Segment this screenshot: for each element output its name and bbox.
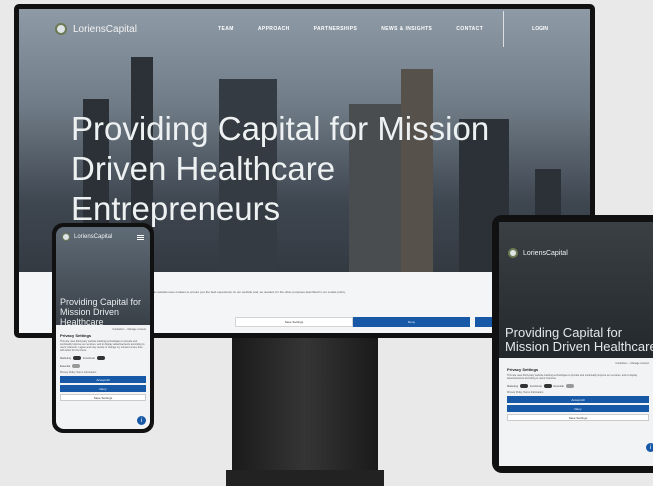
monitor-stand-base	[226, 470, 384, 486]
powered-by: Cookiebot — Manage consent	[615, 362, 649, 365]
marketing-toggle[interactable]	[519, 384, 528, 388]
toggle-label-essential: Essential	[553, 384, 564, 388]
privacy-text: This site uses third-party website track…	[60, 340, 145, 352]
toggle-label-functional: Functional	[529, 384, 542, 388]
menu-icon[interactable]	[137, 234, 144, 240]
logo-icon	[55, 23, 67, 35]
powered-by: Cookiebot — Manage consent	[112, 328, 146, 331]
privacy-settings-panel: Cookiebot — Manage consent Privacy Setti…	[499, 358, 653, 466]
brand-name: LoriensCapital	[74, 234, 113, 240]
device-mockup-scene: LoriensCapital TEAM APPROACH PARTNERSHIP…	[0, 0, 653, 486]
save-settings-button[interactable]: Save Settings	[507, 414, 649, 421]
functional-toggle[interactable]	[96, 356, 105, 360]
tablet-device: LoriensCapital Providing Capital for Mis…	[492, 215, 653, 473]
essential-toggle[interactable]	[72, 364, 81, 368]
toggle-label-functional: Functional	[82, 356, 95, 360]
tablet-nav-bar: LoriensCapital	[508, 248, 568, 258]
monitor-stand	[232, 338, 378, 486]
nav-divider	[503, 11, 505, 47]
privacy-title: Privacy Settings	[60, 333, 92, 338]
accept-all-button[interactable]: Accept All	[507, 396, 649, 403]
privacy-text: This site uses third-party website track…	[507, 374, 638, 380]
essential-toggle[interactable]	[565, 384, 574, 388]
phone-nav-bar: LoriensCapital	[62, 233, 144, 241]
nav-team[interactable]: TEAM	[218, 26, 234, 32]
nav-partnerships[interactable]: PARTNERSHIPS	[314, 26, 358, 32]
cookie-text: This website uses cookies to ensure you …	[151, 290, 346, 294]
toggle-label-essential: Essential	[60, 364, 71, 368]
privacy-settings-panel: Cookiebot — Manage consent Privacy Setti…	[56, 325, 150, 429]
logo-icon	[62, 233, 70, 241]
policy-links[interactable]: Privacy Policy Terms Information	[60, 371, 146, 374]
marketing-toggle[interactable]	[72, 356, 81, 360]
phone-device: LoriensCapital Providing Capital for Mis…	[52, 223, 154, 433]
info-icon[interactable]: i	[137, 416, 146, 425]
save-settings-button[interactable]: Save Settings	[60, 394, 146, 401]
policy-links[interactable]: Privacy Policy Terms Information	[507, 391, 649, 394]
toggle-label-marketing: Marketing	[60, 356, 71, 360]
info-icon[interactable]: i	[646, 443, 653, 452]
consent-toggles: Marketing Functional Essential	[507, 384, 649, 388]
functional-toggle[interactable]	[543, 384, 552, 388]
consent-toggles-2: Essential	[60, 364, 146, 368]
tablet-screen: LoriensCapital Providing Capital for Mis…	[499, 222, 653, 466]
accept-all-button[interactable]: Accept All	[60, 376, 146, 383]
toggle-label-marketing: Marketing	[507, 384, 518, 388]
deny-button[interactable]: Deny	[507, 405, 649, 412]
brand-name: LoriensCapital	[73, 23, 137, 35]
hero-title: Providing Capital for Mission Driven Hea…	[71, 110, 490, 227]
deny-button[interactable]: Deny	[60, 385, 146, 392]
tablet-hero-title: Providing Capital for Mission Driven Hea…	[505, 325, 653, 354]
phone-hero-title: Providing Capital for Mission Driven Hea…	[60, 297, 142, 327]
main-nav: TEAM APPROACH PARTNERSHIPS NEWS & INSIGH…	[218, 26, 483, 32]
deny-button[interactable]: Deny	[353, 317, 470, 327]
brand-logo[interactable]: LoriensCapital	[55, 23, 137, 35]
phone-screen: LoriensCapital Providing Capital for Mis…	[56, 227, 150, 429]
nav-contact[interactable]: CONTACT	[456, 26, 483, 32]
save-settings-button[interactable]: Save Settings	[235, 317, 353, 327]
logo-icon	[508, 248, 518, 258]
consent-toggles: Marketing Functional	[60, 356, 146, 360]
desktop-nav-bar: LoriensCapital TEAM APPROACH PARTNERSHIP…	[19, 9, 590, 49]
nav-approach[interactable]: APPROACH	[258, 26, 290, 32]
login-link[interactable]: LOGIN	[532, 26, 548, 32]
brand-name: LoriensCapital	[523, 249, 568, 257]
nav-news-insights[interactable]: NEWS & INSIGHTS	[381, 26, 432, 32]
privacy-title: Privacy Settings	[507, 367, 539, 372]
